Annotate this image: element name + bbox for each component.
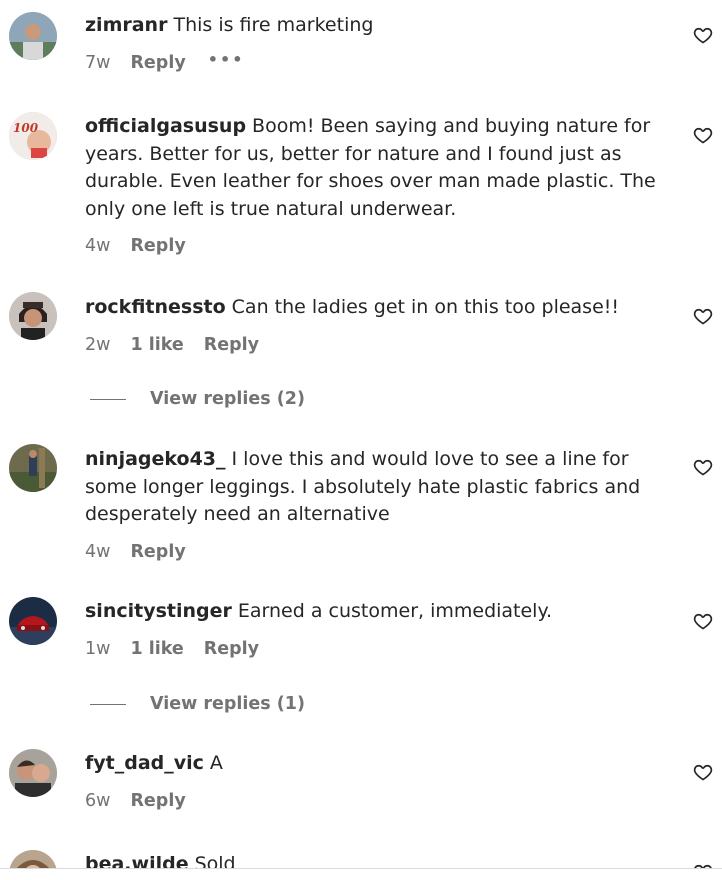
comment-text: fyt_dad_vic A xyxy=(85,750,665,778)
comment-time[interactable]: 2w xyxy=(85,335,110,355)
view-replies-divider xyxy=(90,703,126,705)
heart-icon[interactable] xyxy=(693,611,713,631)
comment-time[interactable]: 1w xyxy=(85,639,110,659)
reply-button[interactable]: Reply xyxy=(204,639,259,659)
comments-list: zimranr This is fire marketing 7w Reply •… xyxy=(0,0,722,868)
avatar[interactable]: 100 xyxy=(9,112,57,160)
username-link[interactable]: rockfitnessto xyxy=(85,296,226,318)
comment-meta: 7w Reply ••• xyxy=(85,50,665,75)
comment-text: zimranr This is fire marketing xyxy=(85,12,665,40)
comment-body: Sold xyxy=(194,853,236,868)
comment-meta: 2w 1 like Reply xyxy=(85,333,665,357)
comment-time[interactable]: 6w xyxy=(85,791,110,811)
reply-button[interactable]: Reply xyxy=(204,335,259,355)
avatar[interactable] xyxy=(9,444,57,492)
avatar[interactable] xyxy=(9,12,57,60)
comment-body: This is fire marketing xyxy=(173,14,374,36)
view-replies-divider xyxy=(90,398,126,400)
avatar[interactable] xyxy=(9,597,57,645)
heart-icon[interactable] xyxy=(693,762,713,782)
heart-icon[interactable] xyxy=(693,457,713,477)
comment-meta: 1w 1 like Reply xyxy=(85,637,665,661)
username-link[interactable]: sincitystinger xyxy=(85,600,232,622)
comment-text: rockfitnessto Can the ladies get in on th… xyxy=(85,294,665,322)
like-count[interactable]: 1 like xyxy=(130,639,183,659)
view-replies-button[interactable]: View replies (2) xyxy=(90,387,305,411)
more-options-icon[interactable]: ••• xyxy=(208,50,245,69)
view-replies-button[interactable]: View replies (1) xyxy=(90,692,305,716)
comment-body: A xyxy=(209,752,223,774)
comment-meta: 6w Reply xyxy=(85,789,665,813)
reply-button[interactable]: Reply xyxy=(130,791,185,811)
comment-text: ninjageko43_ I love this and would love t… xyxy=(85,446,665,529)
reply-button[interactable]: Reply xyxy=(130,542,185,562)
comment-time[interactable]: 7w xyxy=(85,53,110,73)
view-replies-label: View replies (2) xyxy=(150,389,305,409)
avatar[interactable] xyxy=(9,292,57,340)
bottom-divider xyxy=(0,868,722,869)
comment-time[interactable]: 4w xyxy=(85,542,110,562)
view-replies-label: View replies (1) xyxy=(150,694,305,714)
comment-meta: 4w Reply xyxy=(85,540,665,564)
username-link[interactable]: officialgasusup xyxy=(85,115,246,137)
reply-button[interactable]: Reply xyxy=(130,236,185,256)
avatar[interactable] xyxy=(9,749,57,797)
heart-icon[interactable] xyxy=(693,125,713,145)
comment-meta: 4w Reply xyxy=(85,234,665,258)
reply-button[interactable]: Reply xyxy=(130,53,185,73)
username-link[interactable]: ninjageko43_ xyxy=(85,448,226,470)
comment-body: Earned a customer, immediately. xyxy=(237,600,553,622)
comment-body: Can the ladies get in on this too please… xyxy=(231,296,620,318)
svg-text:100: 100 xyxy=(13,121,39,135)
comment-text: officialgasusup Boom! Been saying and buy… xyxy=(85,113,665,223)
comment-time[interactable]: 4w xyxy=(85,236,110,256)
heart-icon[interactable] xyxy=(693,25,713,45)
like-count[interactable]: 1 like xyxy=(130,335,183,355)
comment-text: sincitystinger Earned a customer, immedia… xyxy=(85,598,665,626)
username-link[interactable]: fyt_dad_vic xyxy=(85,752,204,774)
avatar[interactable] xyxy=(9,850,57,868)
heart-icon[interactable] xyxy=(693,306,713,326)
username-link[interactable]: bea.wilde xyxy=(85,853,189,868)
username-link[interactable]: zimranr xyxy=(85,14,167,36)
comment-text: bea.wilde Sold xyxy=(85,851,665,868)
